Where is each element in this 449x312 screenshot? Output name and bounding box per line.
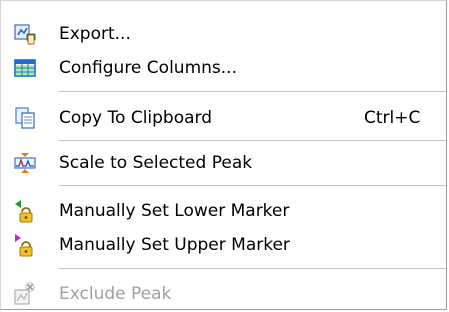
menu-item-label: Manually Set Lower Marker — [59, 201, 290, 221]
clipboard-icon — [13, 106, 37, 130]
menu-separator — [59, 185, 446, 186]
menu-separator — [59, 268, 446, 269]
exclude-icon — [13, 282, 37, 306]
menu-item-configure-columns[interactable]: Configure Columns... — [1, 51, 446, 85]
menu-item-copy-to-clipboard[interactable]: Copy To Clipboard Ctrl+C — [1, 101, 446, 135]
grid-icon — [13, 56, 37, 80]
menu-item-scale-to-selected-peak[interactable]: Scale to Selected Peak — [1, 146, 446, 180]
scale-icon — [13, 151, 37, 175]
menu-item-label: Exclude Peak — [59, 284, 172, 304]
upper-marker-icon — [13, 233, 37, 257]
menu-item-label: Manually Set Upper Marker — [59, 235, 290, 255]
menu-item-label: Scale to Selected Peak — [59, 153, 253, 173]
export-icon — [13, 22, 37, 46]
menu-item-label: Configure Columns... — [59, 58, 237, 78]
menu-item-export[interactable]: Export... — [1, 17, 446, 51]
menu-item-label: Copy To Clipboard — [59, 108, 213, 128]
lower-marker-icon — [13, 199, 37, 223]
menu-separator — [59, 140, 446, 141]
menu-item-exclude-peak: Exclude Peak — [1, 277, 446, 311]
context-menu: Export... Configure Columns... Copy To C… — [0, 0, 447, 310]
menu-item-label: Export... — [59, 24, 131, 44]
menu-item-manually-set-upper-marker[interactable]: Manually Set Upper Marker — [1, 228, 446, 262]
menu-item-shortcut: Ctrl+C — [364, 108, 421, 128]
menu-item-manually-set-lower-marker[interactable]: Manually Set Lower Marker — [1, 194, 446, 228]
menu-separator — [59, 91, 446, 92]
